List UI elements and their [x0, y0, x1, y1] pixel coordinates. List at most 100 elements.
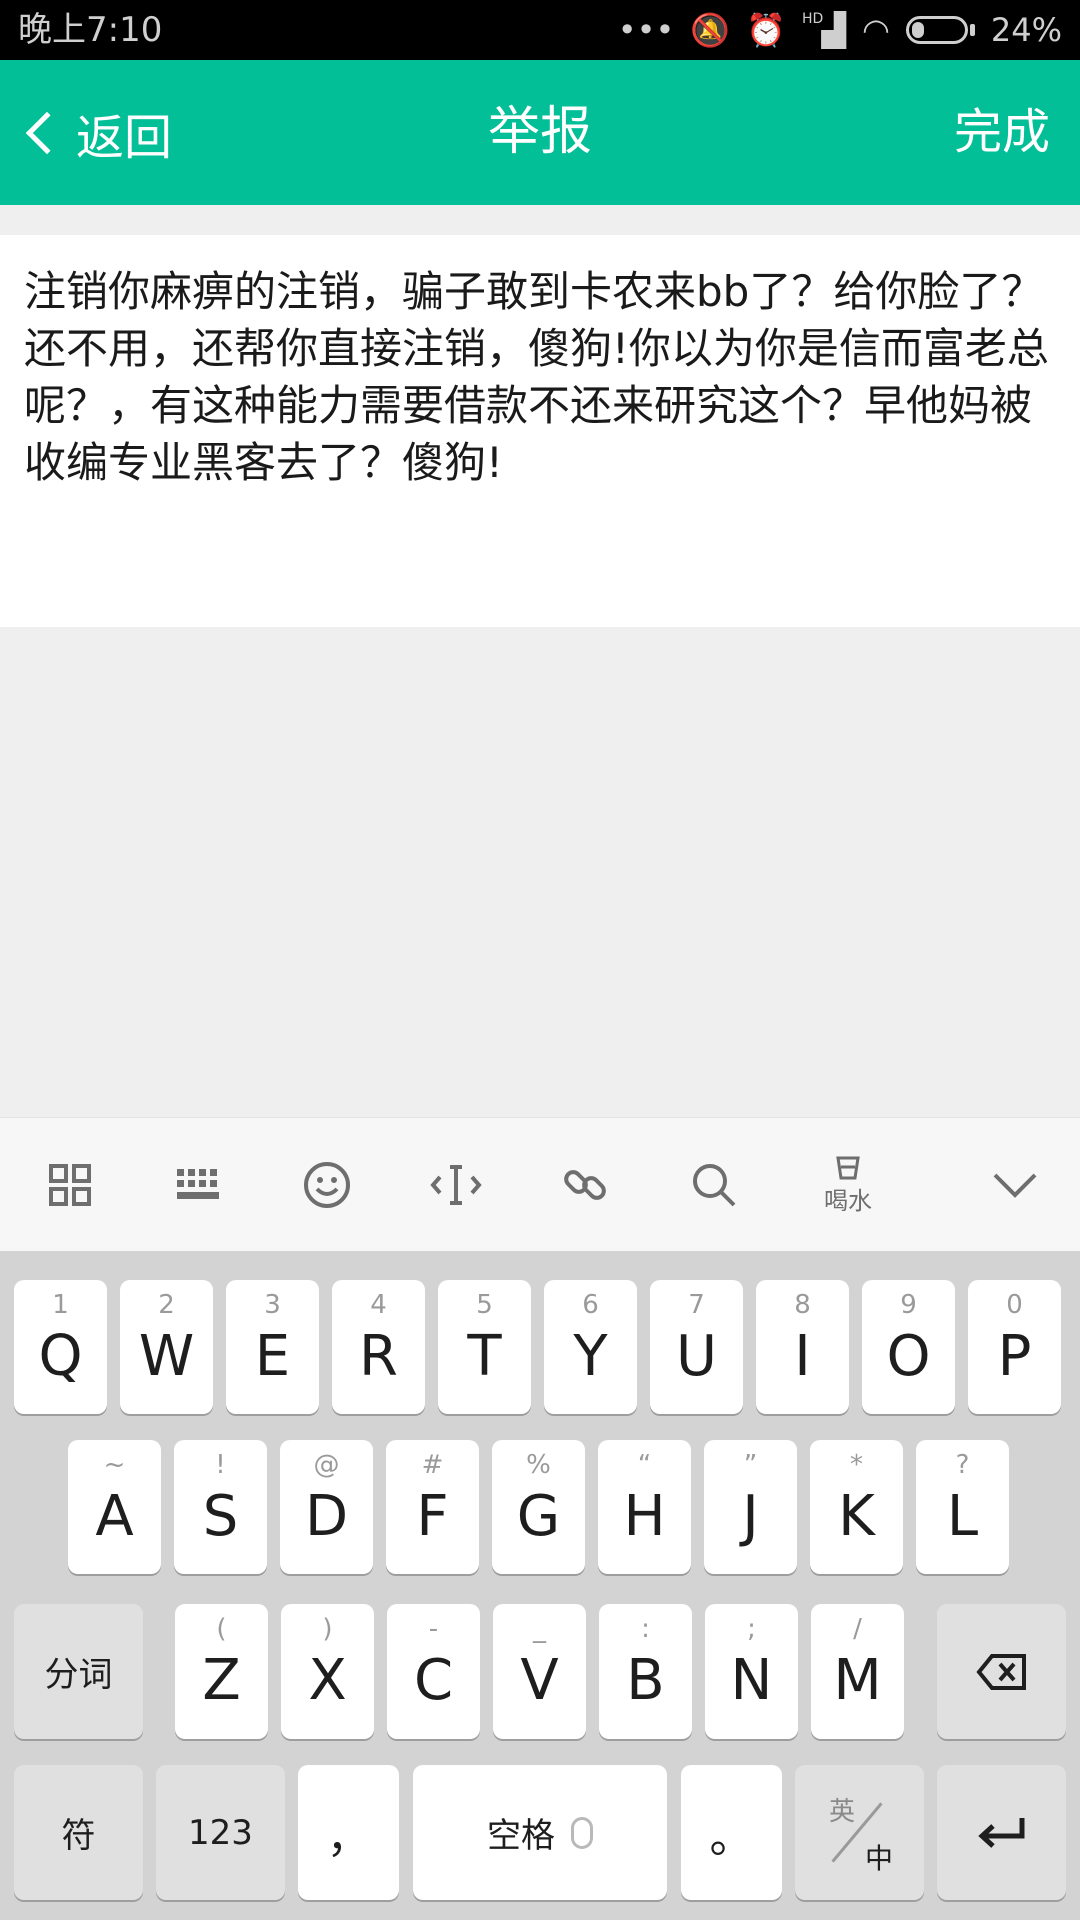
header-bar: 举报 返回 完成 — [0, 60, 1080, 205]
key-hint: 5 — [476, 1290, 493, 1320]
report-text-area[interactable]: 注销你麻痹的注销，骗子敢到卡农来bb了？给你脸了？还不用，还帮你直接注销，傻狗!… — [0, 235, 1080, 627]
key-o[interactable]: 9O — [862, 1280, 955, 1414]
key-hint: * — [850, 1450, 863, 1480]
key-a[interactable]: ~ A — [68, 1440, 161, 1574]
enter-icon — [977, 1817, 1024, 1848]
grid-icon[interactable] — [35, 1150, 105, 1220]
key-hint: - — [428, 1614, 439, 1644]
key-label: P — [997, 1323, 1032, 1389]
language-switch-key[interactable]: 英 中 — [795, 1765, 924, 1900]
key-g[interactable]: % G — [492, 1440, 585, 1574]
emoji-icon[interactable] — [292, 1150, 362, 1220]
key-j[interactable]: ” J — [704, 1440, 797, 1574]
key-label: O — [886, 1323, 931, 1389]
key-r[interactable]: 4R — [332, 1280, 425, 1414]
key-d[interactable]: @ D — [280, 1440, 373, 1574]
key-label: T — [467, 1323, 502, 1389]
battery-tip — [969, 24, 975, 36]
key-v[interactable]: _ V — [493, 1604, 586, 1739]
back-label: 返回 — [76, 109, 173, 166]
key-b[interactable]: :B — [599, 1604, 692, 1739]
battery-icon — [905, 16, 968, 44]
key-label: G — [516, 1483, 561, 1549]
key-t[interactable]: 5T — [438, 1280, 531, 1414]
key-label: W — [138, 1323, 195, 1389]
key-y[interactable]: 6Y — [544, 1280, 637, 1414]
key-label: H — [623, 1483, 666, 1549]
collapse-keyboard-button[interactable] — [980, 1150, 1050, 1220]
key-label: D — [304, 1483, 349, 1549]
key-z[interactable]: (Z — [175, 1604, 268, 1739]
key-h[interactable]: “H — [598, 1440, 691, 1574]
cell-signal-icon: ▟ — [821, 11, 846, 49]
key-p[interactable]: 0P — [968, 1280, 1061, 1414]
mute-bell-icon: 🔕 — [690, 11, 731, 49]
key-hint: % — [526, 1450, 551, 1480]
drink-water-icon[interactable]: 喝水 — [813, 1150, 883, 1220]
backspace-icon — [975, 1653, 1026, 1690]
numbers-key[interactable]: 123 — [156, 1765, 285, 1900]
key-hint: 4 — [370, 1290, 387, 1320]
key-hint: ; — [747, 1614, 756, 1644]
key-k[interactable]: * K — [810, 1440, 903, 1574]
cursor-icon[interactable] — [421, 1150, 491, 1220]
symbols-key[interactable]: 符 — [14, 1765, 143, 1900]
key-m[interactable]: / M — [811, 1604, 904, 1739]
back-button[interactable]: 返回 — [20, 60, 172, 205]
microphone-icon — [571, 1816, 593, 1849]
key-i[interactable]: 8I — [756, 1280, 849, 1414]
key-e[interactable]: 3E — [226, 1280, 319, 1414]
key-l[interactable]: ? L — [916, 1440, 1009, 1574]
key-label: M — [833, 1648, 882, 1713]
key-label: K — [838, 1483, 875, 1549]
key-q[interactable]: 1Q — [14, 1280, 107, 1414]
fenci-key[interactable]: 分词 — [14, 1604, 143, 1739]
comma-key[interactable]: ， — [298, 1765, 399, 1900]
battery-percent: 24% — [990, 11, 1062, 49]
symbols-label: 符 — [61, 1816, 96, 1856]
drink-water-label: 喝水 — [824, 1186, 872, 1215]
key-hint: 1 — [52, 1290, 69, 1320]
key-label: A — [95, 1483, 134, 1549]
space-key[interactable]: 空格 — [413, 1765, 667, 1900]
key-x[interactable]: ) X — [281, 1604, 374, 1739]
key-hint: ~ — [103, 1450, 126, 1480]
key-c[interactable]: -C — [387, 1604, 480, 1739]
key-hint: _ — [533, 1614, 546, 1644]
keyboard-icon[interactable] — [163, 1150, 233, 1220]
key-hint: / — [853, 1614, 862, 1644]
key-label: X — [308, 1648, 347, 1713]
key-f[interactable]: # F — [386, 1440, 479, 1574]
status-bar: 晚上7:10 ••• 🔕 ⏰ HD ▟ ◠ 24% — [0, 0, 1080, 60]
more-dots-icon: ••• — [617, 11, 675, 49]
key-n[interactable]: ; N — [705, 1604, 798, 1739]
link-icon[interactable] — [550, 1150, 620, 1220]
numbers-label: 123 — [188, 1812, 253, 1853]
key-label: C — [413, 1648, 454, 1713]
key-hint: “ — [637, 1450, 652, 1480]
key-hint: 7 — [688, 1290, 705, 1320]
key-hint: 9 — [900, 1290, 917, 1320]
key-s[interactable]: ! S — [174, 1440, 267, 1574]
status-time: 晚上7:10 — [18, 10, 163, 50]
key-u[interactable]: 7U — [650, 1280, 743, 1414]
key-label: Q — [38, 1323, 83, 1389]
chevron-down-icon — [993, 1173, 1037, 1198]
key-hint: 8 — [794, 1290, 811, 1320]
key-label: R — [359, 1323, 398, 1389]
done-button[interactable]: 完成 — [954, 60, 1050, 205]
ime-toolbar: 喝水 — [0, 1117, 1080, 1251]
key-w[interactable]: 2W — [120, 1280, 213, 1414]
search-icon[interactable] — [679, 1150, 749, 1220]
backspace-key[interactable] — [937, 1604, 1066, 1739]
chevron-left-icon — [25, 111, 69, 154]
key-hint: # — [421, 1450, 444, 1480]
key-hint: ( — [216, 1614, 227, 1644]
enter-key[interactable] — [937, 1765, 1066, 1900]
key-label: F — [416, 1483, 449, 1549]
period-key[interactable]: 。 — [681, 1765, 782, 1900]
key-hint: ? — [955, 1450, 970, 1480]
fenci-label: 分词 — [44, 1655, 113, 1695]
key-label: N — [730, 1648, 773, 1713]
key-label: Z — [202, 1648, 241, 1713]
